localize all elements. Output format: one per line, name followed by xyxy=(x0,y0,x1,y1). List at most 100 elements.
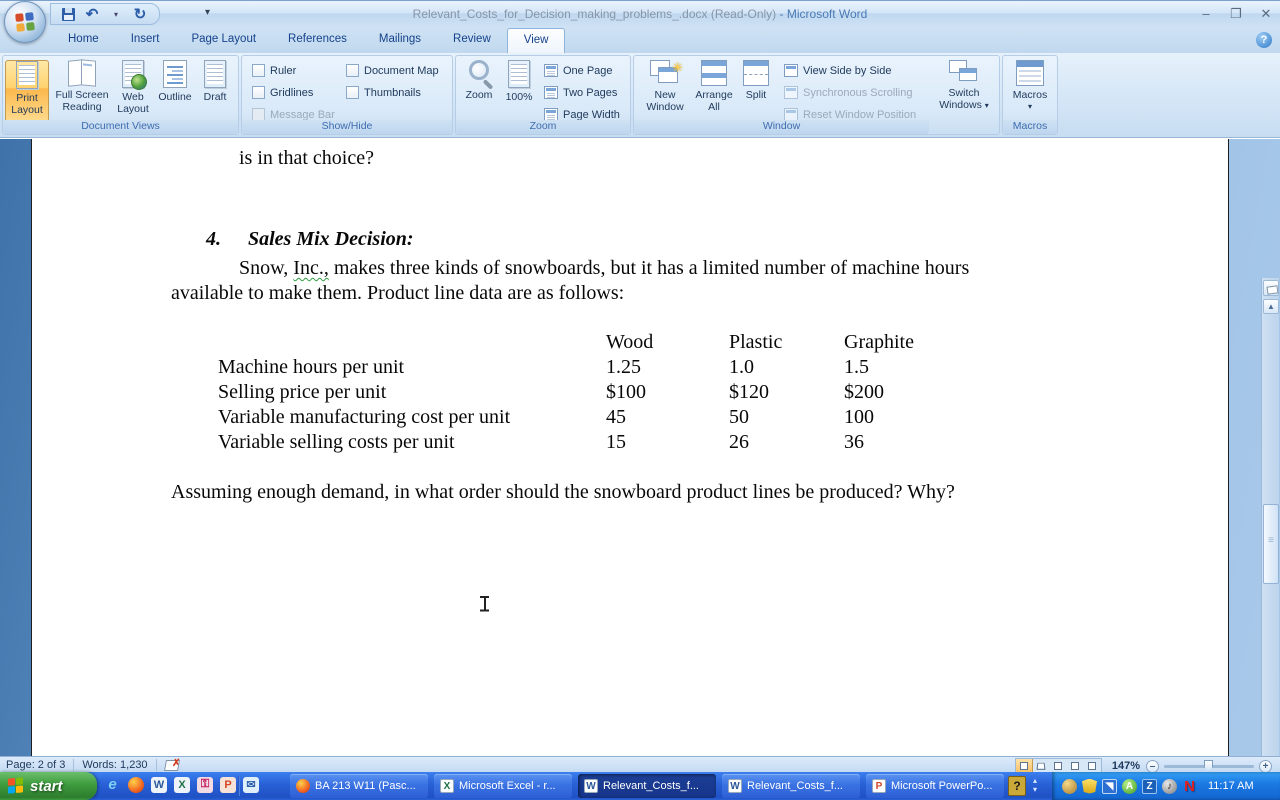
zoom-slider-thumb[interactable] xyxy=(1204,760,1213,772)
arrange-all-button[interactable]: Arrange All xyxy=(690,60,738,122)
two-pages-label: Two Pages xyxy=(563,87,617,99)
tab-review[interactable]: Review xyxy=(437,28,507,53)
outline-button[interactable]: Outline xyxy=(153,60,197,122)
thumbnails-checkbox-row[interactable]: Thumbnails xyxy=(346,86,421,99)
macros-button[interactable]: Macros ▾ xyxy=(1007,60,1053,122)
tray-antivirus-icon[interactable]: A xyxy=(1122,779,1137,794)
view-ruler-toggle-icon[interactable] xyxy=(1263,280,1279,296)
ruler-checkbox-row[interactable]: Ruler xyxy=(252,64,296,77)
text-cursor-ibeam xyxy=(479,595,490,612)
help-icon[interactable]: ? xyxy=(1256,32,1272,48)
tray-globe-icon[interactable] xyxy=(1062,779,1077,794)
zoom-100-icon xyxy=(508,60,530,88)
key-icon[interactable]: ⚿ xyxy=(197,777,213,793)
print-layout-icon xyxy=(16,61,38,89)
word-count[interactable]: Words: 1,230 xyxy=(82,759,147,771)
tab-page-layout[interactable]: Page Layout xyxy=(175,28,272,53)
print-layout-button[interactable]: Print Layout xyxy=(5,60,49,122)
split-button[interactable]: Split xyxy=(738,60,774,122)
col-wood: Wood xyxy=(606,331,653,353)
word-quicklaunch-icon[interactable]: W xyxy=(151,777,167,793)
page-indicator[interactable]: Page: 2 of 3 xyxy=(6,759,65,771)
internet-explorer-icon[interactable]: e xyxy=(104,775,121,794)
zoom-button[interactable]: Zoom xyxy=(460,60,498,122)
taskbar-button-powerpoint[interactable]: P Microsoft PowerPo... xyxy=(866,774,1004,798)
zoom-slider: – + xyxy=(1146,760,1272,773)
outline-view-button[interactable] xyxy=(1067,759,1084,773)
draft-button[interactable]: Draft xyxy=(195,60,235,122)
zoom-out-button[interactable]: – xyxy=(1146,760,1159,773)
tray-network-icon[interactable]: ◥ xyxy=(1102,779,1117,794)
start-button[interactable]: start xyxy=(0,772,97,800)
show-hidden-icons-icon[interactable]: ▴▾ xyxy=(1033,776,1037,794)
gridlines-checkbox-row[interactable]: Gridlines xyxy=(252,86,313,99)
full-screen-view-button[interactable] xyxy=(1033,759,1050,773)
ruler-checkbox[interactable] xyxy=(252,64,265,77)
macros-dropdown-icon: ▾ xyxy=(1007,101,1053,113)
zoom-percentage[interactable]: 147% xyxy=(1112,760,1140,772)
row-value: $100 xyxy=(606,381,646,404)
zoom-slider-track[interactable] xyxy=(1164,765,1254,768)
web-layout-label: Web Layout xyxy=(117,91,149,115)
scrollbar-thumb[interactable] xyxy=(1263,504,1279,584)
scroll-up-icon[interactable]: ▲ xyxy=(1263,299,1279,314)
proofing-errors-icon[interactable] xyxy=(165,759,180,771)
web-layout-button[interactable]: Web Layout xyxy=(111,60,155,122)
print-layout-view-button[interactable] xyxy=(1016,759,1033,773)
taskbar-button-word-active[interactable]: W Relevant_Costs_f... xyxy=(578,774,716,798)
row-value: 26 xyxy=(729,431,749,454)
task-label: Relevant_Costs_f... xyxy=(603,780,699,792)
web-layout-view-button[interactable] xyxy=(1050,759,1067,773)
title-bar: ↶ ▾ ↻ ▾ Relevant_Costs_for_Decision_maki… xyxy=(0,0,1280,28)
draft-view-button[interactable] xyxy=(1084,759,1101,773)
taskbar-button-word-2[interactable]: W Relevant_Costs_f... xyxy=(722,774,860,798)
full-screen-reading-button[interactable]: Full Screen Reading xyxy=(51,60,113,122)
office-button[interactable] xyxy=(4,1,46,43)
tray-volume-icon[interactable]: ♪ xyxy=(1162,779,1177,794)
document-map-checkbox[interactable] xyxy=(346,64,359,77)
tray-novell-icon[interactable]: N xyxy=(1182,779,1197,794)
two-pages-button[interactable]: Two Pages xyxy=(544,86,617,99)
help-tray-icon[interactable]: ? xyxy=(1008,776,1026,796)
tray-clock[interactable]: 11:17 AM xyxy=(1208,780,1254,792)
powerpoint-quicklaunch-icon[interactable]: P xyxy=(220,777,236,793)
tab-references[interactable]: References xyxy=(272,28,363,53)
tab-view[interactable]: View xyxy=(507,28,566,53)
row-value: 100 xyxy=(844,406,874,429)
tab-mailings[interactable]: Mailings xyxy=(363,28,437,53)
outlook-icon[interactable]: ✉ xyxy=(243,777,259,793)
two-pages-icon xyxy=(544,86,558,99)
excel-quicklaunch-icon[interactable]: X xyxy=(174,777,190,793)
view-side-by-side-button[interactable]: View Side by Side xyxy=(784,64,891,77)
restore-button[interactable]: ❐ xyxy=(1228,6,1244,22)
taskbar-button-firefox[interactable]: BA 213 W11 (Pasc... xyxy=(290,774,428,798)
task-label: Relevant_Costs_f... xyxy=(747,780,843,792)
powerpoint-task-icon: P xyxy=(872,779,886,793)
table-row: Selling price per unit $100 $120 $200 xyxy=(218,381,386,404)
document-page[interactable]: - - ‐ - ‐ is in that choice? 4. Sales Mi… xyxy=(31,139,1229,756)
one-page-button[interactable]: One Page xyxy=(544,64,613,77)
office-logo-icon xyxy=(15,12,35,32)
new-window-button[interactable]: ✳ New Window xyxy=(642,60,688,122)
tray-shield-icon[interactable] xyxy=(1082,779,1097,794)
taskbar-button-excel[interactable]: X Microsoft Excel - r... xyxy=(434,774,572,798)
firefox-icon[interactable] xyxy=(128,777,144,793)
vertical-scrollbar[interactable]: ▲ ▼ ⏶ ● ⏷ xyxy=(1261,278,1279,800)
zoom-in-button[interactable]: + xyxy=(1259,760,1272,773)
divider xyxy=(156,759,157,771)
zoom-100-button[interactable]: 100% xyxy=(500,60,538,122)
split-label: Split xyxy=(746,89,766,101)
doc-heading: 4. Sales Mix Decision: xyxy=(206,228,414,251)
view-side-by-side-label: View Side by Side xyxy=(803,65,891,77)
print-layout-label: Print Layout xyxy=(11,92,43,116)
document-map-checkbox-row[interactable]: Document Map xyxy=(346,64,439,77)
tab-home[interactable]: Home xyxy=(52,28,115,53)
thumbnails-checkbox[interactable] xyxy=(346,86,359,99)
minimize-button[interactable]: – xyxy=(1198,6,1214,22)
tray-z-icon[interactable]: Z xyxy=(1142,779,1157,794)
word-application-window: ↶ ▾ ↻ ▾ Relevant_Costs_for_Decision_maki… xyxy=(0,0,1280,800)
tab-insert[interactable]: Insert xyxy=(115,28,176,53)
gridlines-checkbox[interactable] xyxy=(252,86,265,99)
close-button[interactable]: ✕ xyxy=(1258,6,1274,22)
switch-windows-button[interactable]: Switch Windows ▾ xyxy=(934,60,994,122)
